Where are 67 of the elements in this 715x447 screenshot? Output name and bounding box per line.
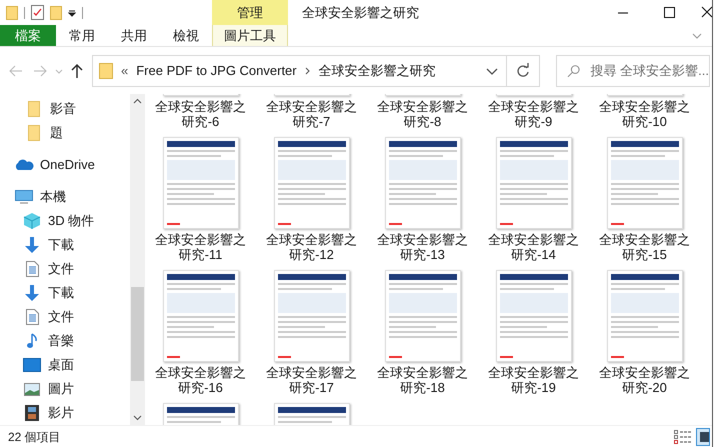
file-name[interactable]: 全球安全影響之研究-12 (262, 232, 362, 262)
contextual-tab-header: 管理 (212, 0, 288, 25)
file-name[interactable]: 全球安全影響之研究-11 (150, 232, 250, 262)
scroll-down-icon[interactable] (133, 415, 142, 421)
file-name[interactable]: 全球安全影響之研究-6 (150, 99, 250, 129)
nav-item[interactable]: OneDrive (0, 153, 130, 177)
breadcrumb-overflow[interactable]: « (121, 61, 128, 81)
thumbnail-view-icon[interactable] (696, 428, 710, 446)
picture-icon (24, 382, 40, 396)
file-name[interactable]: 全球安全影響之研究-19 (484, 365, 584, 395)
down-arrow-icon (24, 285, 40, 301)
nav-item[interactable]: 影片 (0, 401, 130, 425)
scrollbar-thumb[interactable] (131, 287, 144, 381)
nav-item[interactable]: 桌面 (0, 353, 130, 377)
search-placeholder: 搜尋 全球安全影響... (590, 62, 709, 80)
nav-item[interactable]: 音樂 (0, 329, 130, 353)
ribbon-tab[interactable]: 檔案 (0, 25, 56, 46)
checklist-icon[interactable] (31, 5, 44, 20)
details-view-icon[interactable] (674, 430, 692, 444)
file-name[interactable]: 全球安全影響之研究-8 (372, 99, 472, 129)
folder-icon (28, 125, 40, 141)
film-icon (25, 405, 39, 421)
ribbon-tab[interactable]: 圖片工具 (212, 25, 288, 46)
nav-item[interactable]: 下載 (0, 233, 130, 257)
nav-item[interactable]: 影音 (0, 97, 130, 121)
document-icon (26, 261, 38, 277)
window-title: 全球安全影響之研究 (302, 4, 419, 22)
file-name[interactable]: 全球安全影響之研究-16 (150, 365, 250, 395)
ribbon-tab[interactable]: 常用 (56, 25, 108, 46)
nav-item[interactable]: 3D 物件 (0, 209, 130, 233)
nav-item[interactable]: 本機 (0, 185, 130, 209)
nav-item[interactable]: 圖片 (0, 377, 130, 401)
item-count: 22 個項目 (8, 428, 61, 446)
scroll-up-icon[interactable] (133, 98, 142, 104)
document-icon (26, 309, 38, 325)
scrollbar[interactable] (130, 94, 145, 425)
nav-item[interactable]: 文件 (0, 305, 130, 329)
cloud-icon (14, 159, 34, 171)
desktop-icon (23, 358, 41, 372)
chevron-down-icon[interactable] (692, 32, 702, 38)
ribbon-tab[interactable]: 檢視 (160, 25, 212, 46)
file-name[interactable]: 全球安全影響之研究-17 (262, 365, 362, 395)
breadcrumb-item[interactable]: 全球安全影響之研究 (318, 61, 436, 81)
file-name[interactable]: 全球安全影響之研究-18 (372, 365, 472, 395)
file-name[interactable]: 全球安全影響之研究-14 (484, 232, 584, 262)
nav-item[interactable]: 題 (0, 121, 130, 145)
nav-item[interactable]: 下載 (0, 281, 130, 305)
address-bar[interactable]: « Free PDF to JPG Converter 全球安全影響之研究 (92, 55, 540, 87)
file-name[interactable]: 全球安全影響之研究-20 (594, 365, 694, 395)
cube-icon (23, 212, 41, 230)
search-field[interactable]: 搜尋 全球安全影響... (556, 55, 710, 87)
dropdown-icon[interactable] (68, 8, 76, 16)
breadcrumb-item[interactable]: Free PDF to JPG Converter (136, 61, 297, 81)
ribbon-tab[interactable]: 共用 (108, 25, 160, 46)
down-arrow-icon (24, 237, 40, 253)
folder-icon (28, 101, 40, 117)
file-name[interactable]: 全球安全影響之研究-13 (372, 232, 472, 262)
file-name[interactable]: 全球安全影響之研究-10 (594, 99, 694, 129)
nav-item[interactable]: 文件 (0, 257, 130, 281)
search-icon (567, 64, 581, 78)
file-name[interactable]: 全球安全影響之研究-9 (484, 99, 584, 129)
chevron-right-icon[interactable] (304, 67, 311, 75)
file-name[interactable]: 全球安全影響之研究-7 (262, 99, 362, 129)
folder-icon (99, 63, 113, 79)
file-name[interactable]: 全球安全影響之研究-15 (594, 232, 694, 262)
monitor-icon (15, 190, 33, 204)
music-note-icon (26, 333, 38, 349)
